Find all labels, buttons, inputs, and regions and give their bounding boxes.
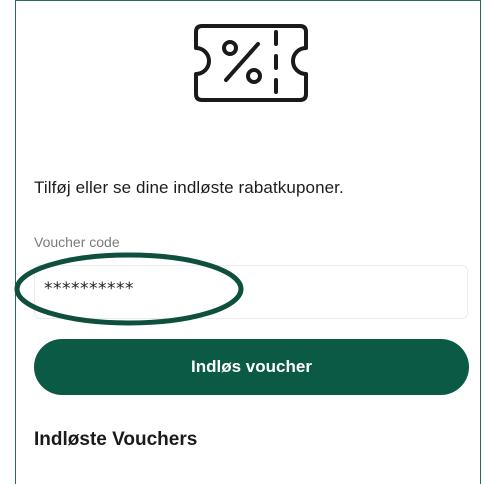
voucher-percent-icon (194, 24, 308, 102)
intro-text: Tilføj eller se dine indløste rabatkupon… (34, 178, 344, 197)
voucher-code-value[interactable]: ********** (44, 279, 134, 299)
voucher-code-label: Voucher code (34, 234, 120, 250)
redeem-voucher-button[interactable]: Indløs voucher (34, 339, 469, 395)
redeemed-vouchers-title: Indløste Vouchers (34, 429, 198, 450)
